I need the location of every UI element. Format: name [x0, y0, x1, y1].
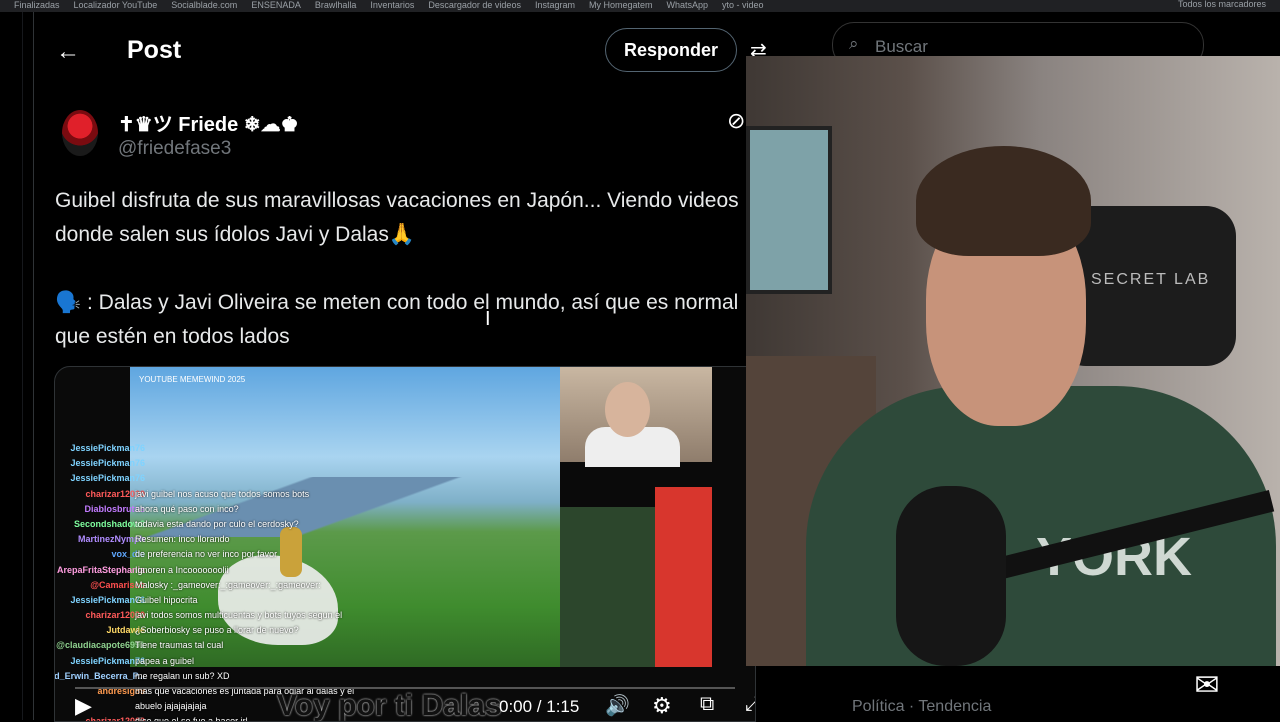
chat-username: JessiePickman76: [70, 443, 145, 453]
chat-message: @Camarisco Malosky :_gameover:_:gameover:…: [55, 578, 575, 593]
chat-message: MartinezNymph Resumen: inco llorando: [55, 532, 575, 547]
chat-text: Tiene traumas tal cual: [135, 640, 224, 651]
chat-message: JessiePickman76 papea a guibel: [55, 654, 575, 669]
chat-message: JessiePickman76: [55, 456, 575, 471]
side-chat-overlay: [560, 507, 660, 667]
all-bookmarks[interactable]: Todos los marcadores: [1178, 0, 1266, 9]
embedded-video[interactable]: YOUTUBE MEMEWIND 2025 JessiePickman76 Jes…: [54, 366, 756, 722]
volume-icon[interactable]: 🔊: [605, 693, 630, 718]
live-chat-overlay: JessiePickman76 JessiePickman76 JessiePick…: [55, 441, 575, 721]
chat-username: @claudiacapote6991: [56, 640, 145, 651]
post-column: ← Post Responder ⇄ ✝♛ツ Friede ❄☁♚ @fried…: [33, 12, 767, 722]
bookmark-item[interactable]: WhatsApp: [667, 1, 709, 10]
bookmark-item[interactable]: ENSENADA: [251, 1, 301, 10]
bookmark-item[interactable]: Inventarios: [370, 1, 414, 10]
chat-username: ArepaFritaStephania: [56, 564, 145, 575]
messages-icon[interactable]: ✉: [1178, 668, 1236, 712]
chat-username: JessiePickman76: [70, 594, 145, 605]
chat-message: charizar12000 javi todos somos multicuent…: [55, 608, 575, 623]
bookmark-item[interactable]: Localizador YouTube: [74, 1, 158, 10]
bookmarks-bar: Finalizadas Localizador YouTube Socialblad…: [0, 0, 1280, 12]
chat-text: Guibel hipocrita: [135, 594, 198, 605]
progress-bar[interactable]: [75, 687, 735, 689]
bookmark-item[interactable]: Finalizadas: [14, 1, 60, 10]
chat-username: @Ronald_Erwin_Becerra_P...: [54, 670, 145, 681]
chat-message: charizar12000 javi guibel nos acuso que t…: [55, 487, 575, 502]
tweet-text: Guibel disfruta de sus maravillosas vaca…: [55, 184, 755, 388]
back-arrow-icon[interactable]: ←: [56, 38, 80, 66]
chat-message: JessiePickman76 Guibel hipocrita: [55, 593, 575, 608]
bookmark-item[interactable]: My Homegatem: [589, 1, 653, 10]
bookmark-item[interactable]: Instagram: [535, 1, 575, 10]
text-cursor-icon: I: [485, 308, 491, 330]
chat-message: JessiePickman76: [55, 441, 575, 456]
video-controls: ▶ 0:00 / 1:15 🔊 ⚙ ⧉ ⤢: [55, 687, 755, 721]
chat-text: Ignoren a Incooooooolii: [135, 564, 229, 575]
chat-username: JessiePickman76: [70, 473, 145, 484]
chat-message: @Ronald_Erwin_Becerra_P...me regalan un …: [55, 669, 575, 684]
chat-username: JessiePickman76: [70, 655, 145, 666]
reply-button[interactable]: Responder: [605, 28, 737, 72]
post-header: ← Post Responder ⇄: [34, 12, 767, 92]
chat-text: todavia esta dando por culo el cerdosky?: [135, 518, 299, 529]
bookmark-item[interactable]: Brawlhalla: [315, 1, 357, 10]
gear-icon[interactable]: ⚙: [652, 693, 672, 719]
chat-message: JessiePickman76: [55, 471, 575, 486]
chair-logo-text: SECRET LAB: [1091, 271, 1211, 288]
chat-text: ahora qué paso con inco?: [135, 503, 239, 514]
video-time: 0:00 / 1:15: [499, 697, 580, 716]
chat-text: Malosky :_gameover:_:gameover:_:gameover…: [135, 579, 321, 590]
streamer-cam: [560, 367, 712, 467]
page-title: Post: [127, 36, 182, 64]
chat-text: Resumen: inco llorando: [135, 534, 230, 545]
microphone: [896, 486, 1006, 666]
left-nav-rail: [0, 12, 23, 720]
search-icon: ⌕: [849, 34, 859, 53]
chat-message: Jutdawie ¿Soberbiosky se puso a llorar de…: [55, 623, 575, 638]
chat-username: JessiePickman76: [70, 458, 145, 469]
grok-icon[interactable]: ⊘: [727, 108, 745, 134]
chat-text: me regalan un sub? XD: [135, 670, 230, 681]
tweet-paragraph-1: Guibel disfruta de sus maravillosas vaca…: [55, 189, 739, 246]
chat-text: papea a guibel: [135, 655, 195, 666]
streamer-hair: [916, 146, 1091, 256]
picture-in-picture-icon[interactable]: ⧉: [700, 693, 714, 716]
chat-message: Secondshadow2 todavia esta dando por culo…: [55, 517, 575, 532]
play-icon[interactable]: ▶: [75, 693, 92, 719]
streamer-webcam-overlay: SECRET LAB YORK: [746, 56, 1280, 666]
search-placeholder: Buscar: [875, 37, 928, 56]
cam-face: [605, 382, 650, 437]
chat-message: vox_die de preferencia no ver inco por fa…: [55, 547, 575, 562]
background-monitor: [746, 126, 832, 294]
chat-text: de preferencia no ver inco por favor: [135, 549, 278, 560]
chat-message: ArepaFritaStephania Ignoren a Incoooooool…: [55, 563, 575, 578]
author-name[interactable]: ✝♛ツ Friede ❄☁♚: [118, 108, 299, 137]
chat-text: ¿Soberbiosky se puso a llorar de nuevo?: [135, 625, 299, 636]
bookmark-item[interactable]: yto - video: [722, 1, 764, 10]
author-handle[interactable]: @friedefase3: [118, 138, 231, 160]
fullscreen-icon[interactable]: ⤢: [745, 693, 755, 716]
chat-message: @claudiacapote6991 Tiene traumas tal cual: [55, 638, 575, 653]
chat-text: javi guibel nos acuso que todos somos bo…: [135, 488, 310, 499]
avatar[interactable]: [62, 110, 98, 156]
red-device-graphic: [655, 487, 712, 667]
chat-text: javi todos somos multicuentas y bots tuy…: [135, 610, 343, 621]
tweet-paragraph-2: 🗣️ : Dalas y Javi Oliveira se meten con …: [55, 291, 739, 348]
chat-message: Diablosbrutus ahora qué paso con inco?: [55, 502, 575, 517]
video-source-label: YOUTUBE MEMEWIND 2025: [139, 375, 246, 384]
bookmark-item[interactable]: Socialblade.com: [171, 1, 237, 10]
trending-label[interactable]: Política · Tendencia: [852, 698, 991, 716]
bookmark-item[interactable]: Descargador de videos: [428, 1, 521, 10]
